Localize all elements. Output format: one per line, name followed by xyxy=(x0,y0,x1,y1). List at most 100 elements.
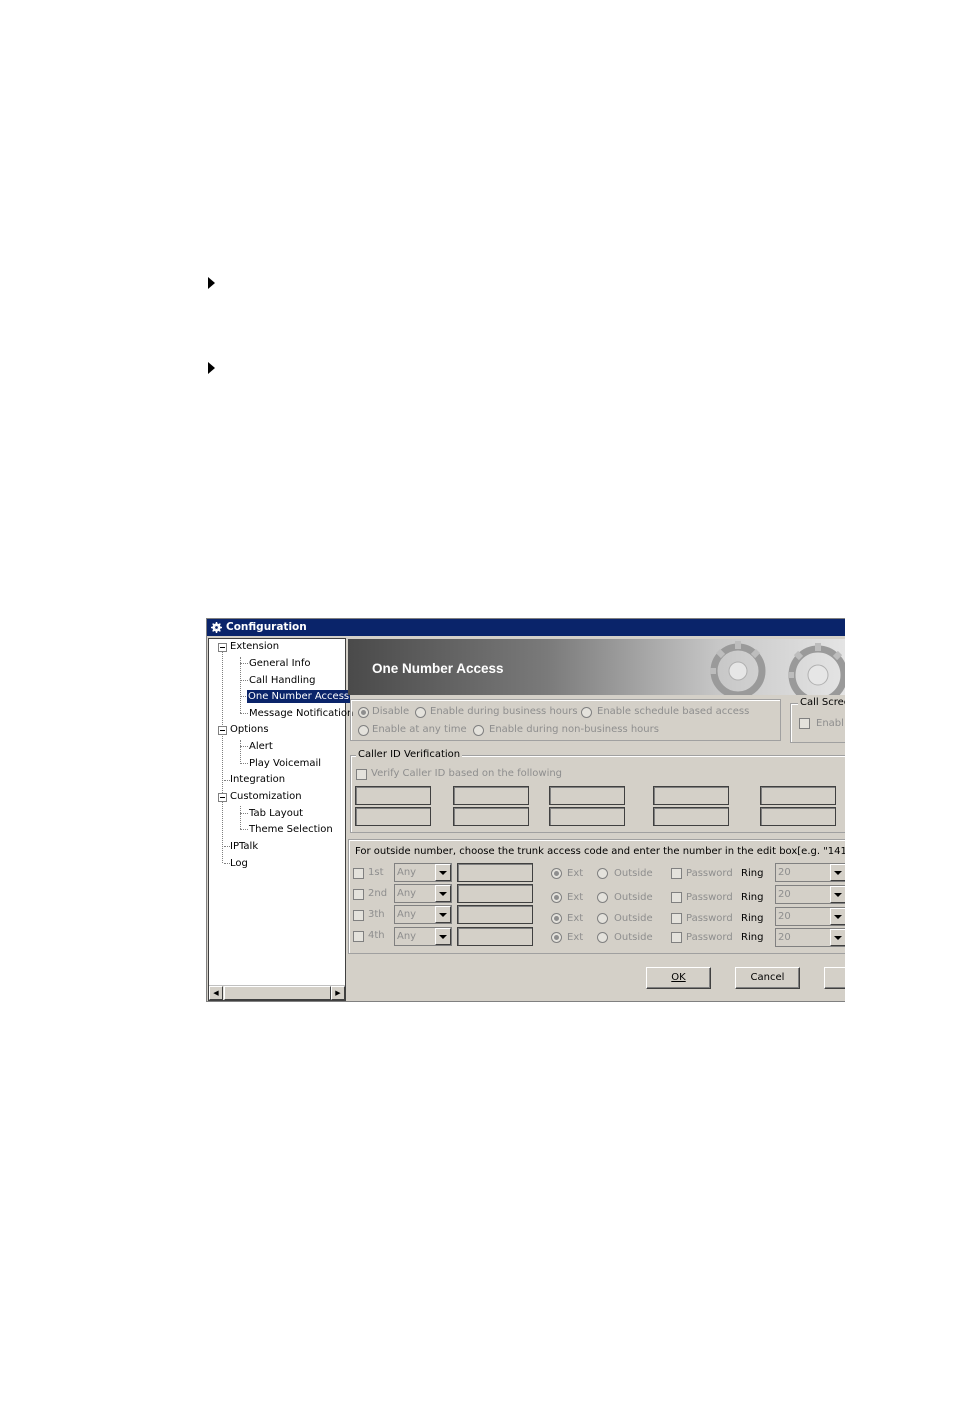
radio-any-time[interactable] xyxy=(358,725,369,736)
number-3-checkbox[interactable] xyxy=(353,910,364,921)
radio-non-business-label: Enable during non-business hours xyxy=(489,724,659,735)
chevron-down-icon[interactable] xyxy=(830,929,845,946)
access-code-2-select[interactable]: Any xyxy=(394,884,452,903)
radio-disable[interactable] xyxy=(358,707,369,718)
radio-schedule[interactable] xyxy=(581,707,592,718)
chevron-down-icon[interactable] xyxy=(435,864,451,881)
tree-item-message-notification[interactable]: Message Notification xyxy=(249,707,353,720)
chevron-down-icon[interactable] xyxy=(435,928,451,945)
ring-3-label: Ring xyxy=(741,913,764,924)
chevron-down-icon[interactable] xyxy=(435,906,451,923)
tree-item-general-info[interactable]: General Info xyxy=(249,657,311,670)
call-screening-checkbox[interactable] xyxy=(799,718,810,729)
ring-2-select[interactable]: 20 xyxy=(775,885,845,904)
tree-item-alert[interactable]: Alert xyxy=(249,740,273,753)
caller-id-field[interactable] xyxy=(653,786,729,805)
tree-item-tab-layout[interactable]: Tab Layout xyxy=(249,807,303,820)
ring-3-select[interactable]: 20 xyxy=(775,907,845,926)
scroll-left-icon[interactable]: ◀ xyxy=(209,986,223,1000)
password-3-label: Password xyxy=(686,913,733,924)
save-button[interactable]: S xyxy=(824,967,845,989)
ok-button[interactable]: OK xyxy=(646,967,711,989)
number-4-input[interactable] xyxy=(457,927,533,946)
caller-id-field[interactable] xyxy=(549,786,625,805)
tree-item-call-handling[interactable]: Call Handling xyxy=(249,674,315,687)
ext-4-label: Ext xyxy=(567,932,584,943)
chevron-down-icon[interactable] xyxy=(830,908,845,925)
caller-id-field[interactable] xyxy=(760,807,836,826)
radio-business-hours[interactable] xyxy=(415,707,426,718)
gear-icon xyxy=(211,622,222,633)
password-1-label: Password xyxy=(686,868,733,879)
scroll-right-icon[interactable]: ▶ xyxy=(331,986,345,1000)
configuration-window: Configuration Extension General Info Cal… xyxy=(206,618,845,1002)
access-code-1-select[interactable]: Any xyxy=(394,863,452,882)
number-2-checkbox[interactable] xyxy=(353,889,364,900)
verify-caller-id-checkbox[interactable] xyxy=(356,769,367,780)
outside-4-radio[interactable] xyxy=(597,932,608,943)
call-screening-group: Call Screen Enabl xyxy=(790,697,845,743)
number-4-label: 4th xyxy=(368,930,385,941)
tree-item-extension[interactable]: Extension xyxy=(230,640,279,653)
caller-id-field[interactable] xyxy=(355,807,431,826)
navigation-tree[interactable]: Extension General Info Call Handling One… xyxy=(208,638,353,1001)
password-1-checkbox[interactable] xyxy=(671,868,682,879)
page-banner: One Number Access xyxy=(348,639,845,695)
collapse-icon[interactable] xyxy=(218,726,227,735)
radio-business-hours-label: Enable during business hours xyxy=(430,706,578,717)
chevron-down-icon[interactable] xyxy=(830,886,845,903)
call-screening-title: Call Screen xyxy=(798,697,845,709)
ring-1-select[interactable]: 20 xyxy=(775,863,845,882)
outside-3-radio[interactable] xyxy=(597,913,608,924)
cancel-button[interactable]: Cancel xyxy=(735,967,800,989)
chevron-down-icon[interactable] xyxy=(435,885,451,902)
caller-id-field[interactable] xyxy=(453,786,529,805)
ext-2-radio[interactable] xyxy=(551,892,562,903)
caller-id-field[interactable] xyxy=(549,807,625,826)
ext-4-radio[interactable] xyxy=(551,932,562,943)
chevron-down-icon[interactable] xyxy=(830,864,845,881)
tree-item-play-voicemail[interactable]: Play Voicemail xyxy=(249,757,321,770)
number-4-checkbox[interactable] xyxy=(353,931,364,942)
number-1-label: 1st xyxy=(368,867,384,878)
password-2-checkbox[interactable] xyxy=(671,892,682,903)
tree-item-options[interactable]: Options xyxy=(230,723,269,736)
collapse-icon[interactable] xyxy=(218,643,227,652)
ext-1-radio[interactable] xyxy=(551,868,562,879)
number-3-input[interactable] xyxy=(457,905,533,924)
ring-4-select[interactable]: 20 xyxy=(775,928,845,947)
password-4-checkbox[interactable] xyxy=(671,932,682,943)
ext-3-radio[interactable] xyxy=(551,913,562,924)
bullet-marker-1 xyxy=(208,277,215,289)
ext-1-label: Ext xyxy=(567,868,584,879)
password-3-checkbox[interactable] xyxy=(671,913,682,924)
caller-id-field[interactable] xyxy=(760,786,836,805)
access-code-4-select[interactable]: Any xyxy=(394,927,452,946)
outside-2-radio[interactable] xyxy=(597,892,608,903)
tree-item-integration[interactable]: Integration xyxy=(230,773,285,786)
number-2-input[interactable] xyxy=(457,884,533,903)
caller-id-field[interactable] xyxy=(453,807,529,826)
radio-non-business[interactable] xyxy=(473,725,484,736)
collapse-icon[interactable] xyxy=(218,793,227,802)
caller-id-field[interactable] xyxy=(653,807,729,826)
ext-2-label: Ext xyxy=(567,892,584,903)
radio-disable-label: Disable xyxy=(372,706,410,717)
access-options-group: Disable Enable during business hours Ena… xyxy=(350,699,781,741)
ext-3-label: Ext xyxy=(567,913,584,924)
outside-1-radio[interactable] xyxy=(597,868,608,879)
tree-item-one-number-access[interactable]: One Number Access xyxy=(247,690,351,703)
access-code-3-select[interactable]: Any xyxy=(394,905,452,924)
caller-id-field[interactable] xyxy=(355,786,431,805)
number-1-input[interactable] xyxy=(457,863,533,882)
scroll-thumb[interactable] xyxy=(224,986,331,1000)
horizontal-scrollbar[interactable]: ◀ ▶ xyxy=(209,985,345,1000)
outside-2-label: Outside xyxy=(614,892,653,903)
tree-item-log[interactable]: Log xyxy=(230,857,248,870)
radio-any-time-label: Enable at any time xyxy=(372,724,467,735)
tree-item-customization[interactable]: Customization xyxy=(230,790,302,803)
tree-item-theme-selection[interactable]: Theme Selection xyxy=(249,823,333,836)
number-1-checkbox[interactable] xyxy=(353,868,364,879)
tree-item-iptalk[interactable]: IPTalk xyxy=(230,840,258,853)
title-bar: Configuration xyxy=(207,619,845,636)
